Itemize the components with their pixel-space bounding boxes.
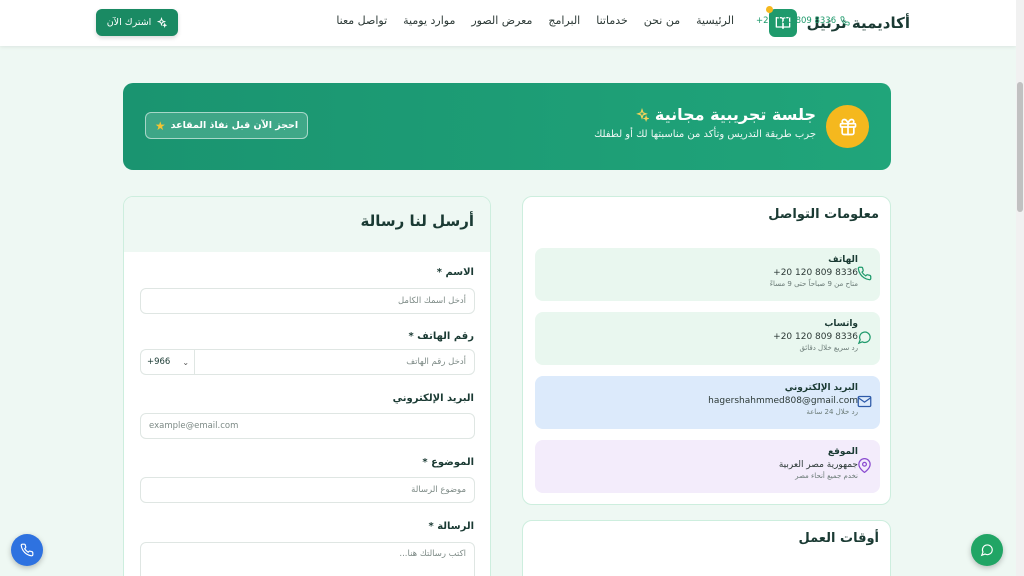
- required-mark: *: [422, 457, 428, 468]
- contact-value: +20 120 809 8336: [773, 268, 858, 278]
- name-placeholder: أدخل اسمك الكامل: [397, 296, 466, 306]
- mail-icon: [857, 394, 872, 413]
- work-hours-card: أوقات العمل: [522, 520, 891, 576]
- book-now-label: احجز الآن قبل نفاذ المقاعد: [170, 120, 299, 131]
- chat-fab-button[interactable]: [971, 534, 1003, 566]
- nav-services[interactable]: خدماتنا: [596, 14, 628, 27]
- contact-label: الموقع: [827, 447, 858, 457]
- required-mark: *: [428, 521, 434, 532]
- notification-dot: [765, 6, 773, 13]
- phone-icon: [840, 16, 850, 26]
- banner-title-text: جلسة تجريبية مجانية: [654, 105, 816, 124]
- contact-item-email[interactable]: البريد الإلكتروني hagershahmmed808@gmail…: [535, 376, 880, 429]
- map-pin-icon: [857, 458, 872, 477]
- nav-contact[interactable]: تواصل معنا: [336, 14, 387, 27]
- header-phone-number: +20 120 809 8336: [756, 16, 837, 26]
- subscribe-button[interactable]: اشترك الآن: [96, 9, 178, 36]
- subject-label: الموضوع *: [422, 457, 474, 468]
- sparkle-icon: [157, 17, 168, 28]
- name-label: الاسم *: [437, 267, 474, 278]
- nav-programs[interactable]: البرامج: [548, 14, 580, 27]
- banner-title: جلسة تجريبية مجانية: [635, 105, 816, 124]
- banner-subtitle: جرب طريقة التدريس وتأكد من مناسبتها لك أ…: [594, 129, 816, 140]
- contact-note: متاح من 9 صباحاً حتى 9 مساءً: [769, 280, 858, 288]
- page-scrollbar[interactable]: [1016, 0, 1024, 576]
- phone-label: رقم الهاتف *: [408, 331, 474, 342]
- email-input[interactable]: example@email.com: [140, 413, 475, 439]
- contact-note: نخدم جميع أنحاء مصر: [795, 472, 858, 480]
- name-label-text: الاسم: [445, 267, 474, 278]
- phone-label-text: رقم الهاتف: [417, 331, 474, 342]
- gift-icon: [826, 105, 869, 148]
- contact-note: رد خلال 24 ساعة: [806, 408, 858, 416]
- chevron-down-icon: ⌄: [182, 357, 190, 367]
- subscribe-label: اشترك الآن: [106, 17, 152, 28]
- phone-icon: [857, 266, 872, 285]
- sparkle-icon: [635, 107, 649, 122]
- contact-form-card: أرسل لنا رسالة الاسم * أدخل اسمك الكامل …: [123, 196, 491, 576]
- form-title: أرسل لنا رسالة: [360, 212, 475, 230]
- nav-home[interactable]: الرئيسية: [696, 14, 734, 27]
- message-placeholder: اكتب رسالتك هنا...: [399, 549, 466, 559]
- email-placeholder: example@email.com: [149, 421, 239, 431]
- chat-icon: [980, 544, 993, 557]
- phone-icon: [20, 543, 34, 557]
- contact-info-card: معلومات التواصل الهاتف +20 120 809 8336 …: [522, 196, 891, 505]
- phone-placeholder: أدخل رقم الهاتف: [406, 357, 466, 367]
- nav-about[interactable]: من نحن: [644, 14, 680, 27]
- email-label: البريد الإلكتروني: [393, 393, 474, 404]
- contact-value: جمهورية مصر العربية: [778, 460, 858, 470]
- nav-resources[interactable]: موارد يومية: [403, 14, 455, 27]
- contact-label: البريد الإلكتروني: [784, 383, 858, 393]
- header-phone-link[interactable]: +20 120 809 8336: [756, 16, 850, 26]
- book-now-button[interactable]: احجز الآن قبل نفاذ المقاعد ★: [145, 112, 308, 139]
- message-textarea[interactable]: اكتب رسالتك هنا...: [140, 542, 475, 576]
- message-label-text: الرسالة: [437, 521, 474, 532]
- contact-item-location[interactable]: الموقع جمهورية مصر العربية نخدم جميع أنح…: [535, 440, 880, 493]
- work-hours-title: أوقات العمل: [798, 531, 879, 546]
- subject-label-text: الموضوع: [431, 457, 474, 468]
- whatsapp-icon: [857, 330, 872, 349]
- main-nav: الرئيسية من نحن خدماتنا البرامج معرض الص…: [336, 14, 734, 27]
- contact-value: hagershahmmed808@gmail.com: [708, 396, 858, 406]
- country-code-select[interactable]: +966 ⌄: [140, 349, 195, 375]
- contact-info-title: معلومات التواصل: [768, 207, 879, 222]
- phone-field: أدخل رقم الهاتف +966 ⌄: [140, 349, 475, 375]
- free-trial-banner: جلسة تجريبية مجانية جرب طريقة التدريس وت…: [123, 83, 891, 170]
- subject-placeholder: موضوع الرسالة: [411, 485, 466, 495]
- scrollbar-thumb[interactable]: [1017, 82, 1023, 212]
- message-label: الرسالة *: [428, 521, 474, 532]
- subject-input[interactable]: موضوع الرسالة: [140, 477, 475, 503]
- nav-gallery[interactable]: معرض الصور: [471, 14, 532, 27]
- contact-value: +20 120 809 8336: [773, 332, 858, 342]
- name-input[interactable]: أدخل اسمك الكامل: [140, 288, 475, 314]
- email-label-text: البريد الإلكتروني: [392, 393, 474, 404]
- call-fab-button[interactable]: [11, 534, 43, 566]
- required-mark: *: [408, 331, 414, 342]
- country-code-value: +966: [146, 357, 171, 367]
- contact-item-whatsapp[interactable]: واتساب +20 120 809 8336 رد سريع خلال دقا…: [535, 312, 880, 365]
- contact-label: الهاتف: [828, 255, 858, 265]
- contact-note: رد سريع خلال دقائق: [799, 344, 858, 352]
- top-header: أكاديمية ترتيل الرئيسية من نحن خدماتنا ا…: [0, 0, 1016, 46]
- contact-item-phone[interactable]: الهاتف +20 120 809 8336 متاح من 9 صباحاً…: [535, 248, 880, 301]
- required-mark: *: [436, 267, 442, 278]
- star-icon: ★: [154, 118, 166, 133]
- form-header: أرسل لنا رسالة: [124, 197, 490, 252]
- phone-input[interactable]: أدخل رقم الهاتف: [194, 349, 475, 375]
- contact-label: واتساب: [824, 319, 858, 329]
